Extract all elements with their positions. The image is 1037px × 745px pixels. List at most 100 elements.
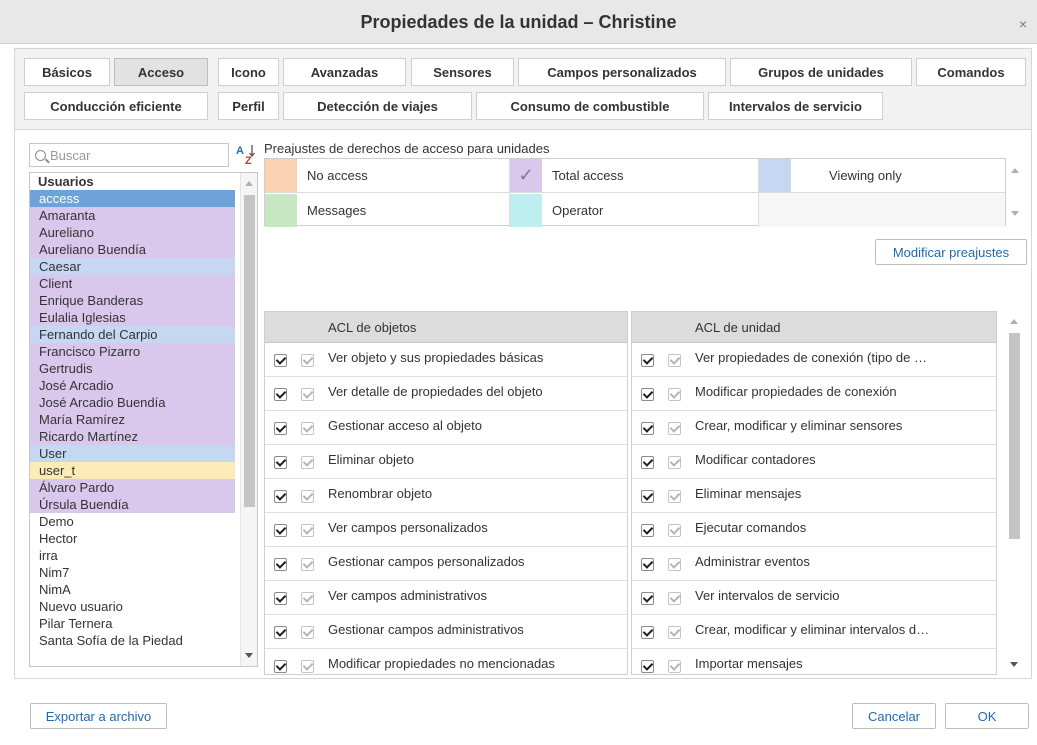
acl-checkbox-inherited[interactable] [668,354,681,367]
modify-presets-button[interactable]: Modificar preajustes [875,239,1027,265]
tab-grupos-de-unidades[interactable]: Grupos de unidades [730,58,912,86]
scroll-up-icon[interactable] [1010,319,1018,324]
user-item[interactable]: José Arcadio [30,377,235,394]
search-input[interactable] [50,147,220,163]
users-scrollbar[interactable] [240,173,257,666]
users-scroll-thumb[interactable] [244,195,255,507]
acl-checkbox[interactable] [641,490,654,503]
acl-checkbox-inherited[interactable] [668,490,681,503]
acl-row[interactable]: Ver campos administrativos [265,581,627,615]
acl-checkbox[interactable] [274,558,287,571]
user-item[interactable]: Álvaro Pardo [30,479,235,496]
acl-row[interactable]: Eliminar objeto [265,445,627,479]
acl-checkbox[interactable] [641,592,654,605]
acl-checkbox-inherited[interactable] [301,558,314,571]
user-item[interactable]: Francisco Pizarro [30,343,235,360]
acl-row[interactable]: Eliminar mensajes [632,479,996,513]
presets-scrollbar[interactable] [1007,158,1024,226]
acl-row[interactable]: Ejecutar comandos [632,513,996,547]
acl-row[interactable]: Ver propiedades de conexión (tipo de … [632,343,996,377]
acl-checkbox-inherited[interactable] [301,490,314,503]
user-item[interactable]: Santa Sofía de la Piedad [30,632,235,649]
tab-basicos[interactable]: Básicos [24,58,110,86]
user-item[interactable]: Eulalia Iglesias [30,309,235,326]
acl-checkbox[interactable] [641,422,654,435]
acl-checkbox-inherited[interactable] [668,456,681,469]
tab-sensores[interactable]: Sensores [411,58,514,86]
acl-checkbox-inherited[interactable] [668,388,681,401]
acl-checkbox-inherited[interactable] [301,422,314,435]
user-item[interactable]: Nuevo usuario [30,598,235,615]
acl-row[interactable]: Gestionar campos personalizados [265,547,627,581]
sort-az-icon[interactable]: A Z [236,141,258,167]
acl-checkbox[interactable] [274,660,287,673]
tab-acceso[interactable]: Acceso [114,58,208,86]
acl-checkbox-inherited[interactable] [668,558,681,571]
user-item[interactable]: Enrique Banderas [30,292,235,309]
acl-row[interactable]: Modificar propiedades de conexión [632,377,996,411]
user-item[interactable]: Hector [30,530,235,547]
user-item[interactable]: Gertrudis [30,360,235,377]
acl-checkbox-inherited[interactable] [668,524,681,537]
tab-perfil[interactable]: Perfil [218,92,279,120]
acl-checkbox[interactable] [641,354,654,367]
tab-conduccion-eficiente[interactable]: Conducción eficiente [24,92,208,120]
acl-checkbox-inherited[interactable] [301,626,314,639]
acl-checkbox[interactable] [274,626,287,639]
acl-checkbox[interactable] [274,422,287,435]
user-item[interactable]: Aureliano Buendía [30,241,235,258]
scroll-down-icon[interactable] [245,653,253,658]
acl-row[interactable]: Ver intervalos de servicio [632,581,996,615]
acl-checkbox[interactable] [641,456,654,469]
preset-total-access[interactable]: ✓ Total access [510,159,759,193]
scroll-up-icon[interactable] [245,181,253,186]
acl-checkbox[interactable] [274,592,287,605]
acl-row[interactable]: Importar mensajes [632,649,996,674]
user-item[interactable]: Pilar Ternera [30,615,235,632]
tab-consumo-de-combustible[interactable]: Consumo de combustible [476,92,704,120]
acl-row[interactable]: Ver campos personalizados [265,513,627,547]
acl-row[interactable]: Gestionar campos administrativos [265,615,627,649]
user-item[interactable]: NimA [30,581,235,598]
user-item[interactable]: Amaranta [30,207,235,224]
acl-checkbox-inherited[interactable] [301,592,314,605]
tab-intervalos-de-servicio[interactable]: Intervalos de servicio [708,92,883,120]
acl-checkbox-inherited[interactable] [301,388,314,401]
tab-campos-personalizados[interactable]: Campos personalizados [518,58,726,86]
acl-row[interactable]: Modificar propiedades no mencionadas [265,649,627,674]
preset-messages[interactable]: Messages [265,193,510,227]
close-icon[interactable]: × [1019,16,1027,32]
tab-comandos[interactable]: Comandos [916,58,1026,86]
acl-checkbox-inherited[interactable] [301,354,314,367]
cancel-button[interactable]: Cancelar [852,703,936,729]
acl-checkbox-inherited[interactable] [301,524,314,537]
user-item[interactable]: Nim7 [30,564,235,581]
acl-scroll-thumb[interactable] [1009,333,1020,539]
acl-row[interactable]: Ver detalle de propiedades del objeto [265,377,627,411]
acl-checkbox[interactable] [641,660,654,673]
scroll-down-icon[interactable] [1011,211,1019,216]
acl-checkbox[interactable] [274,354,287,367]
acl-row[interactable]: Crear, modificar y eliminar intervalos d… [632,615,996,649]
acl-scrollbar[interactable] [1006,311,1023,675]
user-item[interactable]: Úrsula Buendía [30,496,235,513]
acl-checkbox-inherited[interactable] [668,592,681,605]
acl-checkbox[interactable] [641,524,654,537]
user-item[interactable]: José Arcadio Buendía [30,394,235,411]
user-item[interactable]: Aureliano [30,224,235,241]
user-item[interactable]: Client [30,275,235,292]
user-item[interactable]: access [30,190,235,207]
user-item[interactable]: Fernando del Carpio [30,326,235,343]
acl-row[interactable]: Modificar contadores [632,445,996,479]
acl-checkbox[interactable] [274,524,287,537]
search-box[interactable] [29,143,229,167]
acl-row[interactable]: Ver objeto y sus propiedades básicas [265,343,627,377]
users-list[interactable]: Usuarios access Amaranta Aureliano Aurelian… [29,172,258,667]
acl-row[interactable]: Renombrar objeto [265,479,627,513]
acl-checkbox[interactable] [274,490,287,503]
user-item[interactable]: irra [30,547,235,564]
scroll-down-icon[interactable] [1010,662,1018,667]
acl-checkbox[interactable] [641,558,654,571]
preset-viewing-only[interactable]: Viewing only [759,159,1005,193]
ok-button[interactable]: OK [945,703,1029,729]
